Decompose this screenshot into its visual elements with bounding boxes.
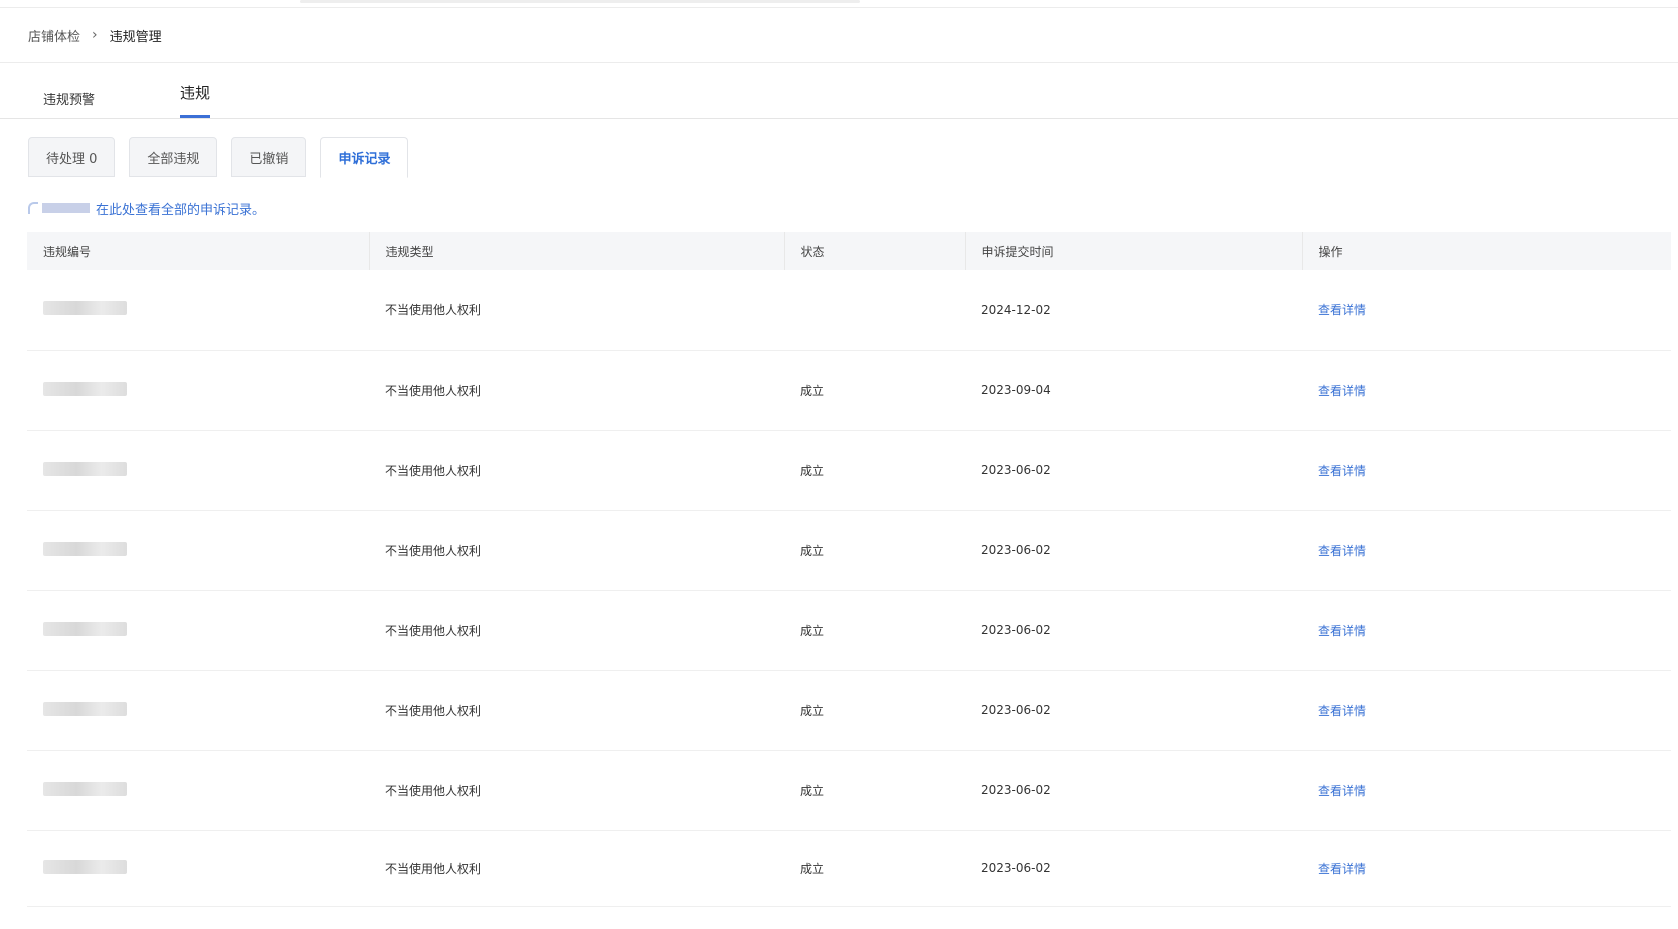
sub-tabs: 待处理 0 全部违规 已撤销 申诉记录: [0, 137, 1678, 178]
main-tabs: 违规预警 违规: [0, 63, 1678, 119]
violation-id-cell: [27, 430, 369, 510]
table-row: 不当使用他人权利 成立 2023-06-02 查看详情: [27, 430, 1671, 510]
column-header-violation-id: 违规编号: [27, 232, 370, 270]
view-details-link[interactable]: 查看详情: [1318, 862, 1366, 876]
table-row: 不当使用他人权利 成立 2023-06-02 查看详情: [27, 750, 1671, 830]
view-details-link[interactable]: 查看详情: [1318, 384, 1366, 398]
violation-type-cell: 不当使用他人权利: [385, 303, 482, 318]
subtab-appeal-records[interactable]: 申诉记录: [320, 137, 409, 178]
view-details-link[interactable]: 查看详情: [1318, 624, 1366, 638]
chevron-right-icon: ›: [92, 27, 98, 43]
violation-id-cell: [27, 590, 369, 670]
column-header-actions: 操作: [1318, 244, 1343, 259]
violation-id-cell: [27, 670, 369, 750]
appeal-time-cell: 2023-06-02: [981, 463, 1051, 477]
tab-violation-warning[interactable]: 违规预警: [43, 89, 95, 118]
appeal-time-cell: 2023-06-02: [981, 623, 1051, 637]
status-cell: 成立: [800, 383, 825, 398]
redacted-id: [43, 781, 127, 796]
violation-type-cell: 不当使用他人权利: [385, 861, 482, 876]
appeal-time-cell: 2023-06-02: [981, 783, 1051, 797]
column-header-violation-type: 违规类型: [369, 232, 785, 270]
top-bar: [0, 0, 1678, 8]
violation-type-cell: 不当使用他人权利: [385, 703, 482, 718]
redacted-text: [42, 203, 90, 213]
view-details-link[interactable]: 查看详情: [1318, 704, 1366, 718]
violation-type-cell: 不当使用他人权利: [385, 543, 482, 558]
appeal-time-cell: 2023-06-02: [981, 543, 1051, 557]
status-cell: [784, 270, 965, 350]
breadcrumb-item-violation-management: 违规管理: [109, 29, 162, 45]
table-row: 不当使用他人权利 成立 2023-06-02 查看详情: [27, 590, 1671, 670]
notice-bar: 在此处查看全部的申诉记录。: [0, 198, 1678, 218]
table-row: 不当使用他人权利 成立 2023-06-02 查看详情: [27, 670, 1671, 750]
redacted-id: [43, 701, 127, 716]
redacted-id: [43, 541, 127, 556]
view-details-link[interactable]: 查看详情: [1318, 303, 1366, 317]
view-details-link[interactable]: 查看详情: [1318, 464, 1366, 478]
appeal-time-cell: 2023-06-02: [981, 861, 1051, 875]
violation-type-cell: 不当使用他人权利: [385, 383, 482, 398]
status-cell: 成立: [800, 543, 825, 558]
status-cell: 成立: [800, 463, 825, 478]
subtab-revoked[interactable]: 已撤销: [231, 137, 307, 177]
status-cell: 成立: [800, 861, 825, 876]
action-cell: 查看详情: [1302, 670, 1671, 750]
status-cell: 成立: [800, 783, 825, 798]
appeal-time-cell: 2023-09-04: [981, 383, 1051, 397]
violation-id-cell: [27, 750, 369, 830]
table-header-row: 违规编号 违规类型 状态 申诉提交时间 操作: [27, 232, 1671, 270]
breadcrumb-item-store-check[interactable]: 店铺体检: [28, 26, 80, 45]
table-row: 不当使用他人权利 成立 2023-09-04 查看详情: [27, 350, 1671, 430]
view-details-link[interactable]: 查看详情: [1318, 544, 1366, 558]
redacted-id: [43, 301, 127, 316]
view-all-appeals-link[interactable]: 在此处查看全部的申诉记录。: [96, 199, 265, 218]
action-cell: 查看详情: [1302, 750, 1671, 830]
subtab-pending[interactable]: 待处理 0: [28, 137, 116, 177]
redacted-id: [43, 859, 127, 874]
action-cell: 查看详情: [1302, 350, 1671, 430]
view-details-link[interactable]: 查看详情: [1318, 784, 1366, 798]
appeal-records-table: 违规编号 违规类型 状态 申诉提交时间 操作 不当使用他人权利 2024-12-…: [27, 232, 1671, 907]
appeal-time-cell: 2023-06-02: [981, 703, 1051, 717]
violation-id-cell: [27, 830, 369, 906]
status-cell: 成立: [800, 703, 825, 718]
column-header-status: 状态: [784, 232, 966, 270]
redacted-id: [43, 461, 127, 476]
action-cell: 查看详情: [1302, 590, 1671, 670]
redacted-id: [43, 381, 127, 396]
violation-type-cell: 不当使用他人权利: [385, 783, 482, 798]
violation-id-cell: [27, 350, 369, 430]
status-cell: 成立: [800, 623, 825, 638]
info-icon: [28, 202, 38, 214]
subtab-all-violations[interactable]: 全部违规: [129, 137, 218, 177]
table-row: 不当使用他人权利 成立 2023-06-02 查看详情: [27, 510, 1671, 590]
action-cell: 查看详情: [1302, 270, 1671, 350]
violation-type-cell: 不当使用他人权利: [385, 623, 482, 638]
column-header-appeal-time: 申诉提交时间: [965, 232, 1303, 270]
violation-id-cell: [27, 510, 369, 590]
appeal-time-cell: 2024-12-02: [981, 302, 1051, 317]
action-cell: 查看详情: [1302, 830, 1671, 906]
table-row: 不当使用他人权利 2024-12-02 查看详情: [27, 270, 1671, 350]
redacted-id: [43, 621, 127, 636]
tab-violation[interactable]: 违规: [180, 74, 211, 118]
action-cell: 查看详情: [1302, 430, 1671, 510]
action-cell: 查看详情: [1302, 510, 1671, 590]
breadcrumb: 店铺体检 › 违规管理: [0, 8, 1678, 63]
violation-id-cell: [27, 270, 369, 350]
table-row: 不当使用他人权利 成立 2023-06-02 查看详情: [27, 830, 1671, 906]
violation-type-cell: 不当使用他人权利: [385, 463, 482, 478]
